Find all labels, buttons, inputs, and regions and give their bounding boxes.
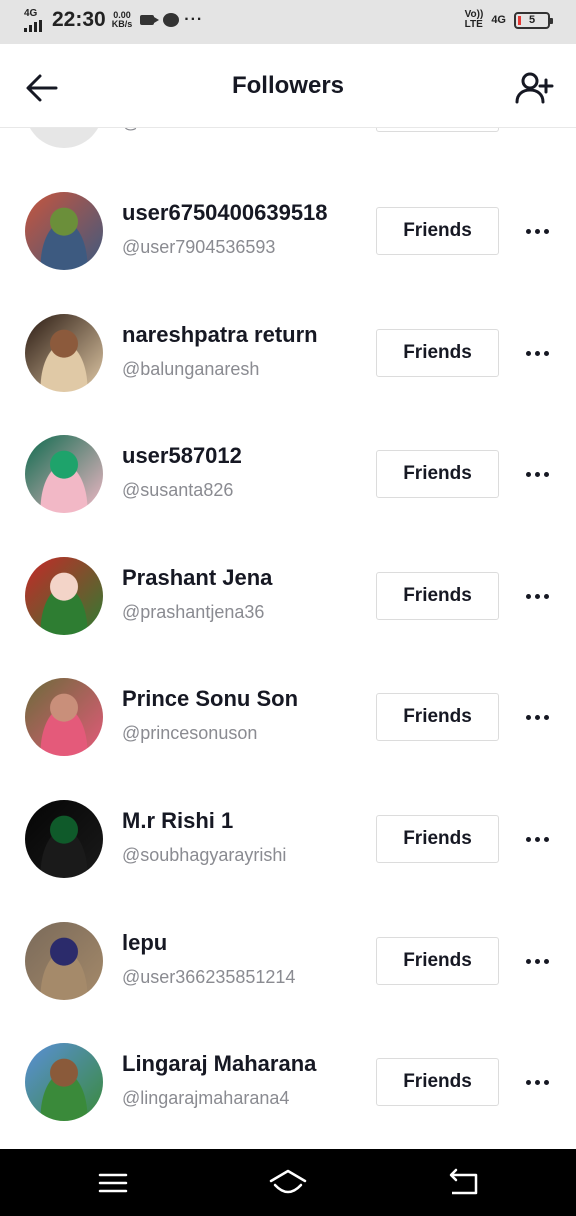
top-bar: Followers [0,44,576,128]
status-bar: 4G 22:30 0.00 KB/s ··· Vo)) LTE 4G 5 [0,0,576,44]
menu-icon [98,1173,128,1193]
lte-label: LTE [464,19,483,30]
more-options-button[interactable] [520,824,554,854]
signal-icon: 4G [24,7,46,32]
avatar[interactable] [25,435,103,513]
more-options-button[interactable] [520,702,554,732]
list-item[interactable]: Lingaraj Maharana @lingarajmaharana4 Frien… [0,1043,576,1165]
avatar[interactable] [25,922,103,1000]
avatar[interactable] [25,314,103,392]
network-speed: 0.00 KB/s [112,11,133,29]
follower-handle: @princesonuson [122,723,258,743]
follower-name[interactable]: nareshpatra return [122,322,318,348]
more-horizontal-icon [525,471,549,477]
chat-icon [163,13,180,27]
followers-list[interactable]: @liladora1 user6750400639518@user7904536… [0,0,576,1216]
friends-button[interactable]: Friends [376,937,499,985]
follower-name[interactable]: lepu [122,930,167,956]
avatar[interactable] [25,192,103,270]
follower-name[interactable]: Prashant Jena [122,565,272,591]
list-item[interactable]: M.r Rishi 1 @soubhagyarayrishi Friends [0,800,576,922]
battery-icon: 5 [514,11,553,29]
more-options-button[interactable] [520,338,554,368]
add-user-icon [515,72,554,104]
friends-button[interactable]: Friends [376,815,499,863]
follower-handle: @soubhagyarayrishi [122,845,287,865]
more-notifications-icon: ··· [184,11,204,28]
list-item[interactable]: lepu @user366235851214 Friends [0,922,576,1044]
friends-button[interactable]: Friends [376,329,499,377]
home-icon [269,1169,307,1194]
friends-button[interactable]: Friends [376,1058,499,1106]
follower-name[interactable]: Lingaraj Maharana [122,1051,316,1077]
follower-name[interactable]: M.r Rishi 1 [122,808,233,834]
avatar[interactable] [25,1043,103,1121]
follower-handle: @user366235851214 [122,967,296,987]
more-horizontal-icon [525,593,549,599]
more-horizontal-icon [525,228,549,234]
volte-indicator: Vo)) LTE [465,10,484,30]
follower-handle: @susanta826 [122,480,234,500]
follower-handle: @balunganaresh [122,359,260,379]
follower-name[interactable]: user6750400639518 [122,200,328,226]
add-user-button[interactable] [514,68,554,108]
more-options-button[interactable] [520,946,554,976]
network-type: 4G [24,7,38,19]
more-options-button[interactable] [520,1067,554,1097]
more-options-button[interactable] [520,581,554,611]
nav-menu-button[interactable] [88,1163,138,1203]
friends-button[interactable]: Friends [376,693,499,741]
friends-button[interactable]: Friends [376,572,499,620]
list-item[interactable]: nareshpatra return @balunganaresh Friends [0,314,576,436]
more-horizontal-icon [525,836,549,842]
more-horizontal-icon [525,1079,549,1085]
follower-name[interactable]: Prince Sonu Son [122,686,298,712]
video-icon [140,15,160,25]
list-item[interactable]: user6750400639518 @user7904536593 Friends [0,192,576,314]
more-options-button[interactable] [520,459,554,489]
more-horizontal-icon [525,958,549,964]
avatar[interactable] [25,678,103,756]
network-type-right: 4G [491,14,506,26]
follower-name[interactable]: user587012 [122,443,242,469]
follower-handle: @prashantjena36 [122,602,265,622]
clock: 22:30 [52,8,106,31]
more-horizontal-icon [525,714,549,720]
follower-handle: @lingarajmaharana4 [122,1088,290,1108]
list-item[interactable]: user587012 @susanta826 Friends [0,435,576,557]
back-icon [449,1168,478,1195]
follower-handle: @user7904536593 [122,237,276,257]
nav-home-button[interactable] [263,1163,313,1203]
avatar[interactable] [25,557,103,635]
page-title: Followers [231,72,345,99]
nav-back-button[interactable] [438,1163,488,1203]
more-horizontal-icon [525,350,549,356]
more-options-button[interactable] [520,216,554,246]
friends-button[interactable]: Friends [376,207,499,255]
avatar[interactable] [25,800,103,878]
list-item[interactable]: Prince Sonu Son @princesonuson Friends [0,678,576,800]
system-nav-bar [0,1149,576,1216]
battery-level: 5 [528,14,536,26]
list-item[interactable]: Prashant Jena @prashantjena36 Friends [0,557,576,679]
speed-unit: KB/s [111,19,133,29]
friends-button[interactable]: Friends [376,450,499,498]
